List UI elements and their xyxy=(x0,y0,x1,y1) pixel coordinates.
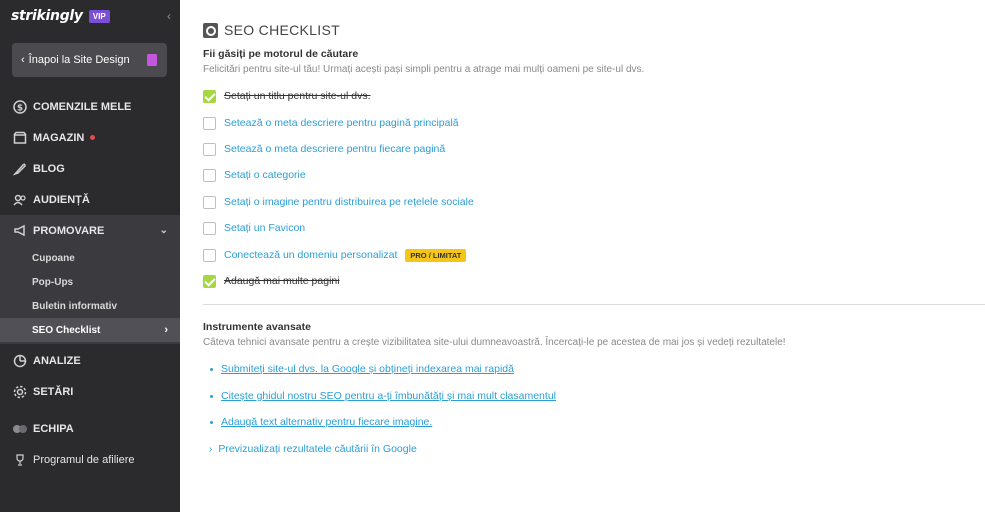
promote-submenu: Cupoane Pop-Ups Buletin informativ SEO C… xyxy=(0,246,180,344)
page-header: SEO CHECKLIST xyxy=(203,22,340,38)
advanced-link[interactable]: Citește ghidul nostru SEO pentru a-ți îm… xyxy=(210,389,556,403)
advanced-section-description: Câteva tehnici avansate pentru a crește … xyxy=(203,337,786,348)
submenu-item-newsletter[interactable]: Buletin informativ xyxy=(0,294,180,318)
team-icon xyxy=(12,421,28,437)
sidebar-item-label: ANALIZE xyxy=(33,354,81,367)
sidebar-item-label: AUDIENȚĂ xyxy=(33,193,90,206)
bullet xyxy=(210,367,213,371)
vip-badge: VIP xyxy=(88,9,110,23)
checklist-item[interactable]: Setați o imagine pentru distribuirea pe … xyxy=(203,194,474,210)
sidebar-item-label: MAGAZIN xyxy=(33,131,85,144)
logo[interactable]: strikingly xyxy=(11,8,83,24)
sidebar-item-team[interactable]: ECHIPA xyxy=(0,413,180,444)
pie-chart-icon xyxy=(12,353,28,369)
checkbox[interactable] xyxy=(203,195,216,209)
sidebar-item-label: ECHIPA xyxy=(33,422,74,435)
sidebar-item-label: Programul de afiliere xyxy=(33,453,135,466)
checkbox[interactable] xyxy=(203,89,216,103)
sidebar-item-analytics[interactable]: ANALIZE xyxy=(0,345,180,376)
sidebar-item-promote[interactable]: PROMOVARE ⌄ xyxy=(0,215,180,246)
users-icon xyxy=(12,192,28,208)
checklist-item[interactable]: Setați o categorie xyxy=(203,167,306,183)
preview-google-results-label: Previzualizați rezultatele căutării în G… xyxy=(218,443,417,455)
svg-text:$: $ xyxy=(17,103,23,113)
sidebar-item-blog[interactable]: BLOG xyxy=(0,153,180,184)
submenu-item-popups[interactable]: Pop-Ups xyxy=(0,270,180,294)
chevron-left-icon: ‹ xyxy=(21,54,25,66)
collapse-sidebar-icon[interactable]: ‹ xyxy=(167,9,171,23)
checklist-link[interactable]: Setați o categorie xyxy=(224,169,306,181)
checklist-link[interactable]: Setați o imagine pentru distribuirea pe … xyxy=(224,196,474,208)
advanced-link[interactable]: Submiteți site-ul dvs. la Google și obți… xyxy=(210,362,514,376)
submenu-item-label: Cupoane xyxy=(32,252,75,264)
pro-limited-badge: PRO / LIMITAT xyxy=(405,248,467,262)
sidebar-item-affiliate[interactable]: Programul de afiliere xyxy=(0,444,180,475)
gear-icon xyxy=(12,384,28,400)
checklist-item[interactable]: Setează o meta descriere pentru pagină p… xyxy=(203,115,459,131)
chevron-down-icon: ⌄ xyxy=(159,225,168,236)
sidebar-item-label: SETĂRI xyxy=(33,385,74,398)
sidebar-item-label: BLOG xyxy=(33,162,65,175)
page-title: SEO CHECKLIST xyxy=(224,22,340,38)
feather-icon xyxy=(12,161,28,177)
submenu-item-label: SEO Checklist xyxy=(32,324,101,336)
sidebar-item-store[interactable]: MAGAZIN xyxy=(0,122,180,153)
sidebar: strikingly VIP ‹ ‹ Înapoi la Site Design… xyxy=(0,0,180,512)
checklist-link[interactable]: Setați un Favicon xyxy=(224,222,305,234)
sidebar-item-audience[interactable]: AUDIENȚĂ xyxy=(0,184,180,215)
back-to-site-design-button[interactable]: ‹ Înapoi la Site Design xyxy=(12,43,167,77)
divider xyxy=(203,304,985,305)
checklist-item[interactable]: Setați un Favicon xyxy=(203,220,305,236)
checklist-item[interactable]: Conectează un domeniu personalizat PRO /… xyxy=(203,247,467,263)
checklist-item[interactable]: Setează o meta descriere pentru fiecare … xyxy=(203,141,445,157)
checkbox[interactable] xyxy=(203,248,216,262)
chevron-right-icon: › xyxy=(164,324,168,336)
checklist-link[interactable]: Conectează un domeniu personalizat xyxy=(224,249,397,261)
submenu-item-label: Buletin informativ xyxy=(32,300,118,312)
submenu-item-coupons[interactable]: Cupoane xyxy=(0,246,180,270)
checkbox[interactable] xyxy=(203,168,216,182)
checklist-label: Setați un titlu pentru site-ul dvs. xyxy=(224,90,371,102)
dollar-circle-icon: $ xyxy=(12,99,28,115)
notification-dot xyxy=(90,135,96,140)
checklist-link[interactable]: Setează o meta descriere pentru fiecare … xyxy=(224,143,445,155)
checkbox[interactable] xyxy=(203,116,216,130)
back-button-label: Înapoi la Site Design xyxy=(28,54,130,66)
advanced-link[interactable]: Adaugă text alternativ pentru fiecare im… xyxy=(210,415,432,429)
advanced-link-text[interactable]: Submiteți site-ul dvs. la Google și obți… xyxy=(221,363,514,375)
megaphone-icon xyxy=(12,223,28,239)
submenu-item-label: Pop-Ups xyxy=(32,276,74,288)
sidebar-item-label: COMENZILE MELE xyxy=(33,100,132,113)
chevron-right-icon: › xyxy=(209,443,213,455)
checklist-link[interactable]: Setează o meta descriere pentru pagină p… xyxy=(224,117,459,129)
checklist-item[interactable]: Adaugă mai multe pagini xyxy=(203,273,340,289)
search-section-description: Felicitări pentru site-ul tău! Urmați ac… xyxy=(203,64,645,75)
bullet xyxy=(210,394,213,398)
search-section-heading: Fii găsiți pe motorul de căutare xyxy=(203,48,359,60)
preview-google-results-toggle[interactable]: › Previzualizați rezultatele căutării în… xyxy=(209,442,417,456)
advanced-link-text[interactable]: Adaugă text alternativ pentru fiecare im… xyxy=(221,416,432,428)
search-document-icon xyxy=(203,22,218,38)
advanced-section-heading: Instrumente avansate xyxy=(203,321,311,333)
checkbox[interactable] xyxy=(203,221,216,235)
checklist-item[interactable]: Setați un titlu pentru site-ul dvs. xyxy=(203,88,371,104)
trophy-icon xyxy=(12,452,28,468)
checkbox[interactable] xyxy=(203,274,216,288)
page-icon xyxy=(147,54,157,66)
checkbox[interactable] xyxy=(203,142,216,156)
submenu-item-seo-checklist[interactable]: SEO Checklist › xyxy=(0,318,180,342)
sidebar-item-settings[interactable]: SETĂRI xyxy=(0,376,180,407)
store-icon xyxy=(12,130,28,146)
advanced-link-text[interactable]: Citește ghidul nostru SEO pentru a-ți îm… xyxy=(221,390,556,402)
sidebar-item-orders[interactable]: $ COMENZILE MELE xyxy=(0,91,180,122)
bullet xyxy=(210,420,213,424)
brand[interactable]: strikingly VIP xyxy=(11,6,110,26)
sidebar-item-label: PROMOVARE xyxy=(33,224,105,237)
checklist-label: Adaugă mai multe pagini xyxy=(224,275,340,287)
